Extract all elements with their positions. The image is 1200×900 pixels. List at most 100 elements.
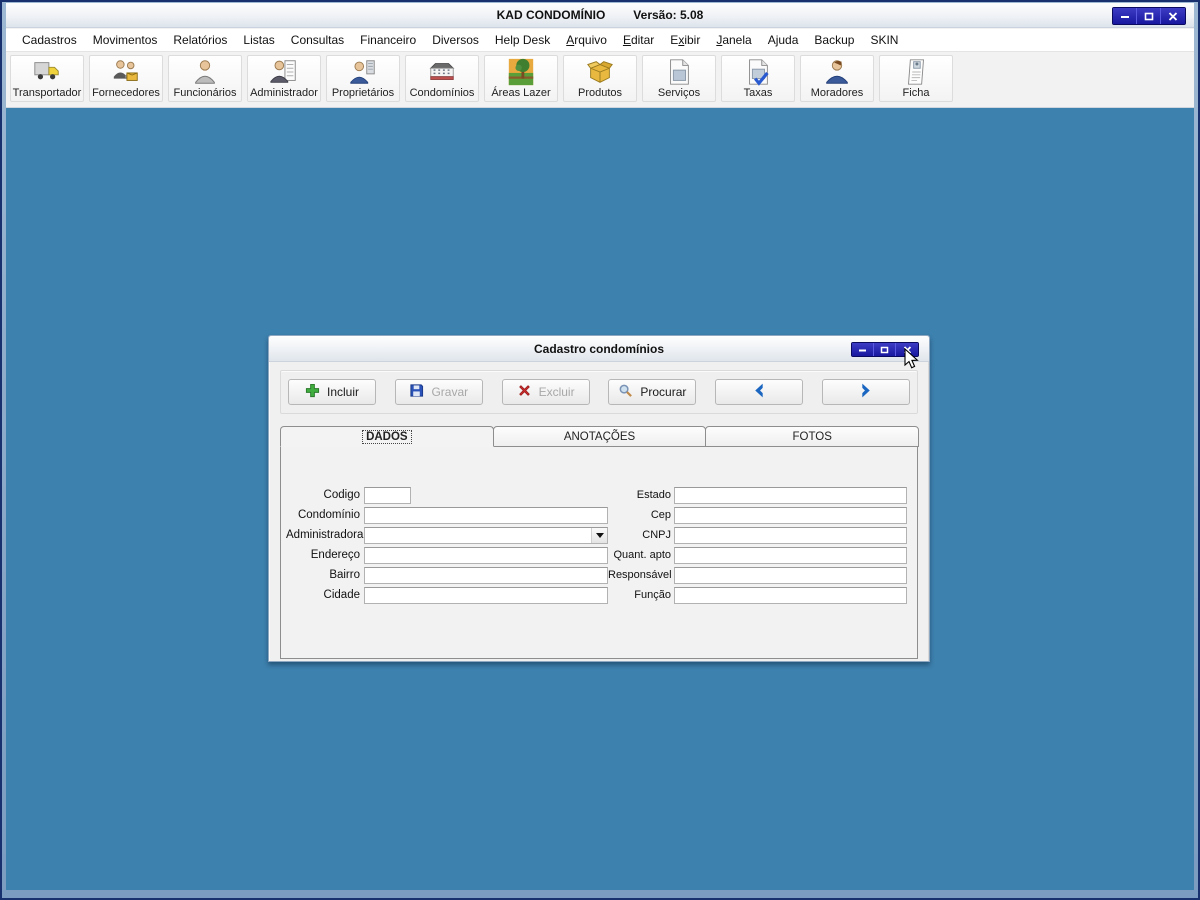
funcao-input[interactable] [674,586,907,604]
menu-label: Relatórios [173,33,228,47]
toolbar-produtos-button[interactable]: Produtos [563,55,637,102]
chevron-right-icon [857,382,874,402]
cidade-label: Cidade [323,589,360,601]
delete-x-icon [517,383,532,401]
incluir-button[interactable]: Incluir [288,379,376,405]
form-row: Endereço [286,545,608,565]
dialog-body: Incluir Gravar Excluir Procurar DADOS AN… [269,362,929,661]
administradora-combobox [364,526,608,544]
estado-input[interactable] [674,486,907,504]
menu-bar: Cadastros Movimentos Relatórios Listas C… [6,29,1194,52]
toolbar-moradores-button[interactable]: Moradores [800,55,874,102]
form-row: CNPJ [608,525,912,545]
product-box-icon [585,56,615,87]
maximize-icon [1144,12,1154,21]
condominio-input[interactable] [364,506,608,524]
form-row: Cep [608,505,912,525]
menu-item-relatorios[interactable]: Relatórios [165,30,235,50]
quant-apto-input[interactable] [674,546,907,564]
menu-label: Listas [243,33,275,47]
toolbar-button-label: Ficha [902,87,930,99]
dialog-title-bar[interactable]: Cadastro condomínios [269,336,929,362]
previous-button[interactable] [715,379,804,405]
menu-item-arquivo[interactable]: Arquivo [558,30,615,50]
procurar-button[interactable]: Procurar [608,379,697,405]
menu-item-diversos[interactable]: Diversos [424,30,487,50]
toolbar-servicos-button[interactable]: Serviços [642,55,716,102]
toolbar-funcionarios-button[interactable]: Funcionários [168,55,242,102]
tab-label: ANOTAÇÕES [563,430,636,443]
tab-dados[interactable]: DADOS [280,426,494,447]
condominio-label: Condomínio [297,509,360,521]
minimize-button[interactable] [1113,8,1137,24]
toolbar-fornecedores-button[interactable]: Fornecedores [89,55,163,102]
add-plus-icon [305,383,320,401]
title-bar: KAD CONDOMÍNIO Versão: 5.08 [6,3,1194,28]
menu-item-financeiro[interactable]: Financeiro [352,30,424,50]
administrator-list-icon [269,56,299,87]
save-floppy-icon [409,383,424,401]
toolbar-administrador-button[interactable]: Administrador [247,55,321,102]
menu-item-exibir[interactable]: Exibir [662,30,708,50]
menu-item-janela[interactable]: Janela [708,30,759,50]
toolbar-button-label: Moradores [810,87,864,99]
tab-anotacoes[interactable]: ANOTAÇÕES [492,426,707,447]
funcao-label: Função [634,589,671,601]
responsavel-input[interactable] [674,566,907,584]
form-row: Responsável [608,565,912,585]
toolbar-areas-lazer-button[interactable]: Áreas Lazer [484,55,558,102]
dados-tab-panel: Codigo Condomínio Administradora Endereç… [280,447,918,659]
toolbar-proprietarios-button[interactable]: Proprietários [326,55,400,102]
menu-item-ajuda[interactable]: Ajuda [760,30,807,50]
menu-label: E [622,33,631,47]
administradora-input[interactable] [365,527,591,543]
condo-building-icon [427,56,457,87]
menu-item-listas[interactable]: Listas [235,30,282,50]
dialog-maximize-button[interactable] [874,343,896,356]
chevron-down-icon [595,532,604,538]
endereco-input[interactable] [364,546,608,564]
menu-label: ibir [684,33,701,47]
menu-item-editar[interactable]: Editar [615,30,662,50]
suppliers-people-icon [111,56,141,87]
tab-fotos[interactable]: FOTOS [705,426,920,447]
menu-item-backup[interactable]: Backup [806,30,862,50]
menu-item-cadastros[interactable]: Cadastros [14,30,85,50]
menu-item-skin[interactable]: SKIN [862,30,906,50]
endereco-label: Endereço [310,549,360,561]
cep-input[interactable] [674,506,907,524]
maximize-button[interactable] [1137,8,1161,24]
record-card-icon [901,56,931,87]
dialog-minimize-button[interactable] [852,343,874,356]
bairro-input[interactable] [364,566,608,584]
form-row: Função [608,585,912,605]
cnpj-input[interactable] [674,526,907,544]
codigo-input[interactable] [364,486,411,504]
menu-item-movimentos[interactable]: Movimentos [85,30,166,50]
toolbar-condominios-button[interactable]: Condomínios [405,55,479,102]
toolbar-button-label: Fornecedores [92,87,160,99]
form-row: Estado [608,485,912,505]
dialog-title: Cadastro condomínios [533,341,664,356]
excluir-button[interactable]: Excluir [501,379,590,405]
app-version: Versão: 5.08 [633,8,704,22]
toolbar-transportador-button[interactable]: Transportador [10,55,84,102]
administradora-label: Administradora [286,529,364,541]
administradora-dropdown-button[interactable] [591,527,607,543]
menu-item-consultas[interactable]: Consultas [283,30,352,50]
menu-label: Help Desk [494,33,551,47]
tab-label: FOTOS [792,430,832,443]
toolbar-ficha-button[interactable]: Ficha [879,55,953,102]
leisure-park-icon [506,56,536,87]
toolbar-button-label: Taxas [743,87,773,99]
cidade-input[interactable] [364,586,608,604]
tab-strip: DADOS ANOTAÇÕES FOTOS [280,426,920,447]
form-row: Condomínio [286,505,608,525]
fees-check-document-icon [743,56,773,87]
toolbar-taxas-button[interactable]: Taxas [721,55,795,102]
close-button[interactable] [1161,8,1185,24]
next-button[interactable] [821,379,910,405]
bairro-label: Bairro [329,569,360,581]
menu-item-help-desk[interactable]: Help Desk [487,30,558,50]
gravar-button[interactable]: Gravar [394,379,483,405]
